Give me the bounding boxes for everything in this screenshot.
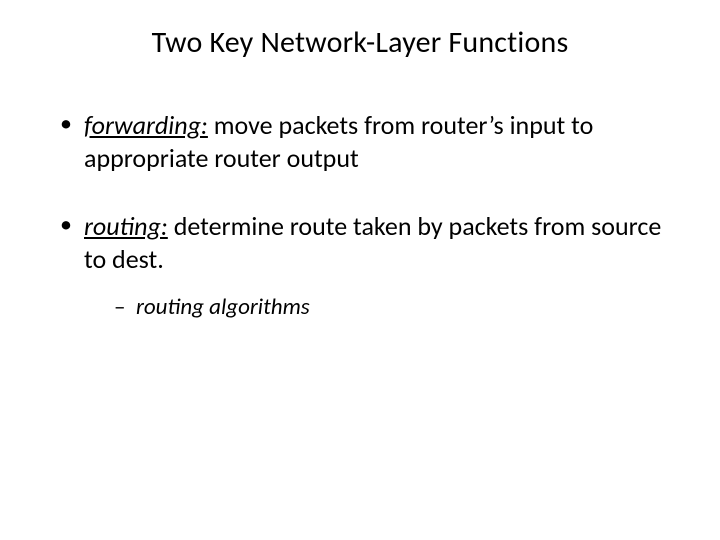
term-forwarding: forwarding: — [84, 109, 208, 141]
bullet-item-routing: routing: determine route taken by packet… — [60, 210, 680, 322]
slide: Two Key Network-Layer Functions forwardi… — [0, 0, 720, 540]
bullet-list: forwarding: move packets from router’s i… — [60, 109, 680, 322]
definition-routing: determine route taken by packets from so… — [84, 210, 661, 275]
term-routing: routing: — [84, 210, 168, 242]
sub-bullet-routing-algorithms: routing algorithms — [114, 293, 680, 322]
sub-bullet-list: routing algorithms — [114, 293, 680, 322]
bullet-item-forwarding: forwarding: move packets from router’s i… — [60, 109, 680, 174]
slide-title: Two Key Network-Layer Functions — [40, 24, 680, 61]
